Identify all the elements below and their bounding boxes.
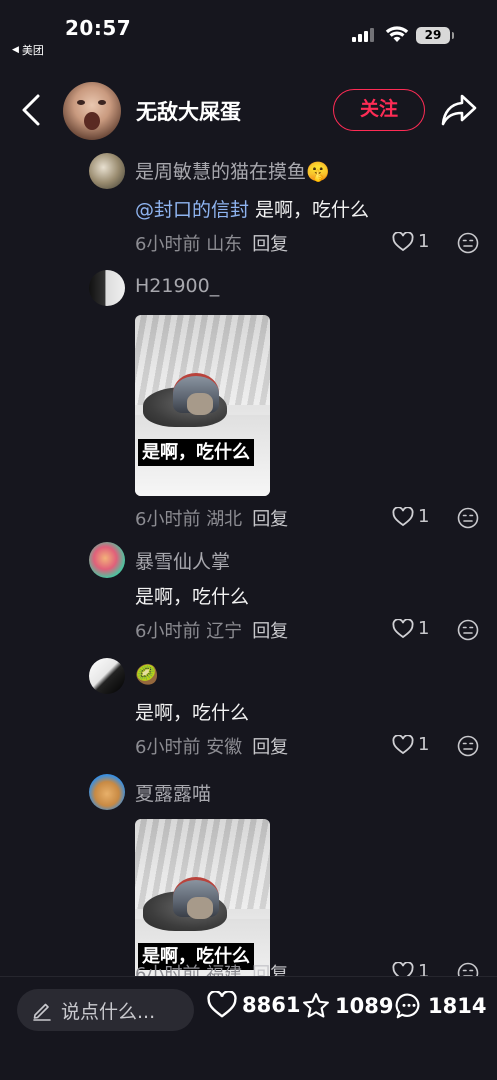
heart-icon bbox=[392, 618, 414, 638]
heart-icon bbox=[392, 961, 414, 976]
video-header: 无敌大屎蛋 关注 bbox=[0, 72, 497, 148]
heart-icon bbox=[207, 991, 237, 1018]
comment-author[interactable]: 🥝 bbox=[135, 663, 159, 686]
wifi-icon bbox=[385, 26, 409, 42]
reply-button[interactable]: 回复 bbox=[252, 234, 288, 255]
comment-count: 1814 bbox=[428, 994, 487, 1018]
comment-image[interactable]: 是啊，吃什么 bbox=[135, 819, 270, 976]
favorite-button[interactable]: 1089 bbox=[301, 991, 393, 1021]
share-icon[interactable] bbox=[440, 92, 478, 128]
comment-like[interactable]: 1 bbox=[392, 618, 429, 639]
like-count: 8861 bbox=[242, 993, 301, 1017]
back-arrow-icon[interactable] bbox=[16, 90, 46, 130]
comment-meta: 6小时前 安徽 回复 bbox=[135, 737, 289, 758]
star-icon bbox=[303, 993, 329, 1018]
comment-text[interactable]: 是啊，吃什么 bbox=[135, 582, 249, 609]
battery-indicator: 29 bbox=[416, 27, 454, 44]
comment-meta: 6小时前 辽宁 回复 bbox=[135, 621, 289, 642]
bottom-action-bar: 说点什么... 8861 1089 1814 bbox=[0, 976, 497, 1080]
reply-button[interactable]: 回复 bbox=[252, 964, 288, 976]
commenter-avatar[interactable] bbox=[89, 774, 125, 810]
comment-bubble-icon bbox=[395, 993, 420, 1019]
comment-author[interactable]: 暴雪仙人掌 bbox=[135, 547, 230, 574]
status-time: 20:57 bbox=[65, 16, 132, 40]
reply-button[interactable]: 回复 bbox=[252, 737, 288, 758]
comment-text[interactable]: 是啊，吃什么 bbox=[135, 698, 249, 725]
author-name[interactable]: 无敌大屎蛋 bbox=[136, 96, 241, 126]
favorite-count: 1089 bbox=[335, 994, 394, 1018]
heart-icon bbox=[392, 231, 414, 251]
reply-button[interactable]: 回复 bbox=[252, 621, 288, 642]
comment-like[interactable]: 1 bbox=[392, 231, 429, 252]
heart-icon bbox=[392, 734, 414, 754]
comment-meta: 6小时前 湖北 回复 bbox=[135, 509, 289, 530]
reply-button[interactable]: 回复 bbox=[252, 509, 288, 530]
comment-input[interactable]: 说点什么... bbox=[17, 989, 194, 1031]
back-to-app[interactable]: ◀ 美团 bbox=[12, 42, 44, 58]
comment-meta: 6小时前 山东 回复 bbox=[135, 234, 289, 255]
comment-like[interactable]: 1 bbox=[392, 506, 429, 527]
comment-author[interactable]: 夏露露喵 bbox=[135, 779, 211, 806]
follow-button[interactable]: 关注 bbox=[333, 89, 425, 131]
commenter-avatar[interactable] bbox=[89, 658, 125, 694]
emoji-react-icon[interactable] bbox=[457, 232, 479, 254]
comment-like[interactable]: 1 bbox=[392, 734, 429, 755]
commenter-avatar[interactable] bbox=[89, 153, 125, 189]
like-button[interactable]: 8861 bbox=[206, 991, 300, 1019]
back-app-label: 美团 bbox=[21, 44, 44, 57]
emoji-react-icon[interactable] bbox=[457, 735, 479, 757]
comment-mention[interactable]: @封口的信封 bbox=[135, 199, 249, 221]
cellular-signal-icon bbox=[352, 28, 376, 42]
emoji-react-icon[interactable] bbox=[457, 962, 479, 976]
comment-like[interactable]: 1 bbox=[392, 961, 429, 976]
back-triangle-icon: ◀ bbox=[12, 45, 19, 55]
status-bar: 20:57 ◀ 美团 29 bbox=[0, 0, 497, 62]
comment-meta: 6小时前 福建 回复 bbox=[135, 960, 288, 976]
comment-text[interactable]: @封口的信封 是啊，吃什么 bbox=[135, 195, 369, 222]
comment-author[interactable]: H21900_ bbox=[135, 275, 219, 297]
pencil-icon bbox=[33, 1003, 51, 1021]
commenter-avatar[interactable] bbox=[89, 542, 125, 578]
comment-list[interactable]: 是周敏慧的猫在摸鱼🤫 @封口的信封 是啊，吃什么 6小时前 山东 回复 1 H21… bbox=[0, 148, 497, 976]
author-avatar[interactable] bbox=[63, 82, 121, 140]
emoji-react-icon[interactable] bbox=[457, 507, 479, 529]
commenter-avatar[interactable] bbox=[89, 270, 125, 306]
comment-button[interactable]: 1814 bbox=[394, 991, 486, 1021]
comment-image[interactable]: 是啊，吃什么 bbox=[135, 315, 270, 496]
comment-author[interactable]: 是周敏慧的猫在摸鱼🤫 bbox=[135, 157, 330, 184]
image-caption: 是啊，吃什么 bbox=[138, 439, 254, 466]
emoji-react-icon[interactable] bbox=[457, 619, 479, 641]
heart-icon bbox=[392, 506, 414, 526]
comment-input-placeholder: 说点什么... bbox=[61, 1000, 156, 1023]
